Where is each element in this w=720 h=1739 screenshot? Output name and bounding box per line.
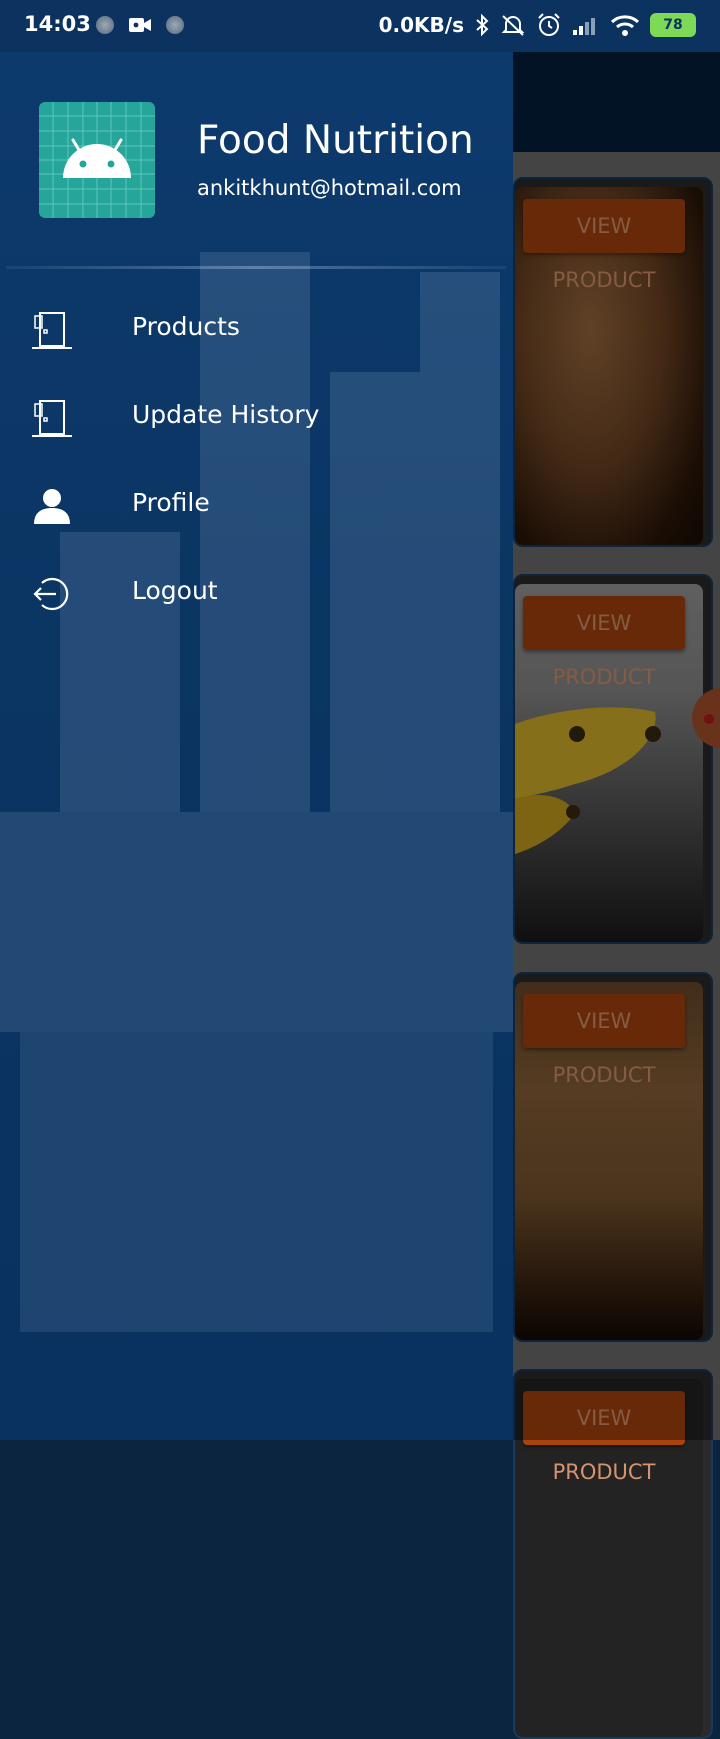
menu-label-update-history: Update History bbox=[132, 400, 320, 429]
mute-icon bbox=[501, 15, 525, 36]
alarm-icon bbox=[538, 13, 560, 36]
signal-icon bbox=[573, 18, 595, 35]
drawer-divider bbox=[6, 266, 506, 269]
status-notification-icons bbox=[96, 16, 184, 34]
notification-dot-icon bbox=[166, 16, 184, 34]
logout-icon bbox=[33, 577, 69, 611]
android-logo-icon bbox=[39, 102, 155, 218]
bluetooth-icon bbox=[476, 13, 489, 37]
door-icon bbox=[32, 400, 72, 437]
status-bar: 14:03 0.0KB/s 78 bbox=[0, 0, 720, 52]
menu-item-products[interactable]: Products bbox=[0, 284, 513, 372]
menu-item-update-history[interactable]: Update History bbox=[0, 372, 513, 460]
door-icon bbox=[32, 312, 72, 349]
status-right-icons: 0.0KB/s 78 bbox=[379, 12, 696, 38]
drawer-header: Food Nutrition ankitkhunt@hotmail.com bbox=[0, 52, 513, 270]
status-time: 14:03 bbox=[24, 12, 91, 36]
network-speed: 0.0KB/s bbox=[378, 13, 464, 37]
user-email: ankitkhunt@hotmail.com bbox=[197, 176, 462, 200]
menu-label-logout: Logout bbox=[132, 576, 218, 605]
menu-item-profile[interactable]: Profile bbox=[0, 460, 513, 548]
notification-dot-icon bbox=[96, 16, 114, 34]
video-camera-icon bbox=[129, 18, 151, 32]
wifi-icon bbox=[610, 15, 640, 36]
app-title: Food Nutrition bbox=[197, 118, 474, 163]
navigation-drawer: Food Nutrition ankitkhunt@hotmail.com Pr… bbox=[0, 52, 513, 1440]
menu-label-profile: Profile bbox=[132, 488, 210, 517]
menu-item-logout[interactable]: Logout bbox=[0, 548, 513, 636]
person-icon bbox=[34, 489, 70, 524]
menu-label-products: Products bbox=[132, 312, 240, 341]
battery-icon: 78 bbox=[650, 13, 696, 37]
